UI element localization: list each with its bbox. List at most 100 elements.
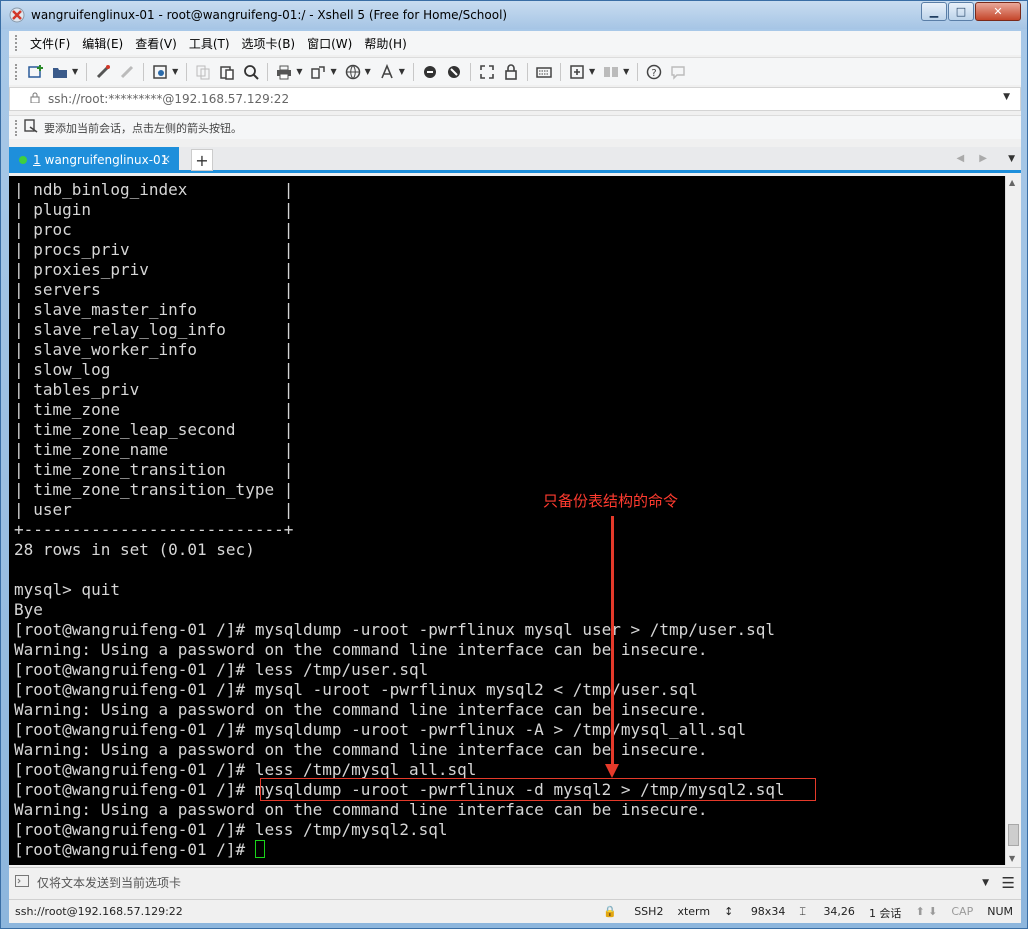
terminal-scrollbar[interactable]: ▲ ▼	[1005, 176, 1021, 865]
lock-icon	[30, 92, 40, 106]
tab-label: wangruifenglinux-01	[44, 153, 169, 167]
scrollbar-thumb[interactable]	[1008, 824, 1019, 846]
toolbar-grip	[15, 63, 18, 80]
maximize-button[interactable]: □	[948, 2, 974, 21]
chevron-down-icon[interactable]: ▼	[296, 67, 302, 76]
fullscreen-icon[interactable]	[478, 63, 496, 81]
chevron-down-icon[interactable]: ▼	[365, 67, 371, 76]
terminal-line: | slave_worker_info |	[14, 340, 294, 359]
minimize-button[interactable]: ▁	[921, 2, 947, 21]
close-button[interactable]: ✕	[975, 2, 1021, 21]
chevron-down-icon[interactable]: ▼	[623, 67, 629, 76]
copy-icon[interactable]	[194, 63, 212, 81]
size-label: 98x34	[750, 905, 786, 918]
menu-view[interactable]: 查看(V)	[129, 35, 183, 52]
print-icon[interactable]	[275, 63, 293, 81]
font-icon[interactable]	[378, 63, 396, 81]
terminal-line: [root@wangruifeng-01 /]#	[14, 840, 785, 860]
toolbar-divider	[559, 62, 561, 81]
keyboard-icon[interactable]	[535, 63, 553, 81]
toolbar-divider	[526, 62, 528, 81]
toolbar-divider	[637, 62, 639, 81]
client-area: 文件(F) 编辑(E) 查看(V) 工具(T) 选项卡(B) 窗口(W) 帮助(…	[9, 31, 1021, 923]
tab-session[interactable]: 1 wangruifenglinux-01 ×	[9, 147, 179, 173]
chevron-down-icon[interactable]: ▼	[589, 67, 595, 76]
layout-icon[interactable]	[602, 63, 620, 81]
menu-file[interactable]: 文件(F)	[24, 35, 76, 52]
find-icon[interactable]	[242, 63, 260, 81]
terminal-view[interactable]: | ndb_binlog_index | | plugin | | proc | | …	[9, 176, 1005, 865]
terminal-line: 28 rows in set (0.01 sec)	[14, 540, 255, 559]
annotation-arrow-head	[605, 764, 619, 778]
compose-mode-label[interactable]: 仅将文本发送到当前选项卡	[37, 874, 181, 891]
chevron-down-icon[interactable]: ▼	[1003, 92, 1010, 102]
xagent-icon[interactable]	[445, 63, 463, 81]
terminal-line: | proc |	[14, 220, 294, 239]
terminal-line: [root@wangruifeng-01 /]# mysql -uroot -p…	[14, 680, 698, 699]
close-tab-icon[interactable]: ×	[161, 152, 171, 166]
chevron-down-icon[interactable]: ▼	[72, 67, 78, 76]
address-field[interactable]: ssh://root:*********@192.168.57.129:22	[48, 92, 289, 106]
status-num: NUM	[987, 905, 1013, 918]
lock-icon[interactable]	[502, 63, 520, 81]
new-session-icon[interactable]	[27, 63, 45, 81]
menu-edit[interactable]: 编辑(E)	[76, 35, 129, 52]
toolbar-divider	[86, 62, 88, 81]
terminal-line: | time_zone_transition |	[14, 460, 294, 479]
terminal-line: | time_zone_leap_second |	[14, 420, 294, 439]
toolbar-divider	[469, 62, 471, 81]
menu-icon[interactable]: ☰	[1002, 874, 1015, 892]
terminal-line: | slow_log |	[14, 360, 294, 379]
menu-tabs[interactable]: 选项卡(B)	[236, 35, 302, 52]
compose-bar[interactable]: 仅将文本发送到当前选项卡 ▼ ☰	[9, 867, 1021, 897]
status-right: 🔒 SSH2 xterm ↕ 98x34 ⌶ 34,26 1 会话 ⬆ ⬇ CA…	[589, 905, 1013, 921]
xftp-icon[interactable]	[421, 63, 439, 81]
terminal-line: Warning: Using a password on the command…	[14, 700, 708, 719]
add-session-arrow-icon[interactable]	[24, 119, 38, 136]
scroll-down-icon[interactable]: ▼	[1009, 854, 1015, 863]
terminal-line: Bye	[14, 600, 43, 619]
globe-icon[interactable]	[344, 63, 362, 81]
chevron-down-icon[interactable]: ▼	[1008, 154, 1015, 164]
title-bar[interactable]: wangruifenglinux-01 - root@wangruifeng-0…	[1, 1, 1027, 29]
chevron-down-icon[interactable]: ▼	[982, 878, 989, 888]
tab-scroll-arrows[interactable]: ◀ ▶	[956, 153, 993, 164]
paste-icon[interactable]	[218, 63, 236, 81]
terminal-line: | time_zone_name |	[14, 440, 294, 459]
menu-tools[interactable]: 工具(T)	[183, 35, 236, 52]
scroll-up-icon[interactable]: ▲	[1009, 178, 1015, 187]
terminal-line: [root@wangruifeng-01 /]# mysqldump -uroo…	[14, 620, 775, 639]
terminal-cursor	[254, 840, 265, 858]
address-bar[interactable]: ssh://root:*********@192.168.57.129:22 ▼	[9, 87, 1021, 111]
disconnect-icon[interactable]	[118, 63, 136, 81]
menubar-grip	[15, 35, 18, 51]
xshell-window: wangruifenglinux-01 - root@wangruifeng-0…	[0, 0, 1028, 929]
compose-icon[interactable]	[15, 875, 29, 890]
help-icon[interactable]: ?	[645, 63, 663, 81]
chevron-down-icon[interactable]: ▼	[399, 67, 405, 76]
toolbar-divider	[412, 62, 414, 81]
toolbar-divider	[186, 62, 188, 81]
transfer-icon[interactable]	[309, 63, 327, 81]
menu-help[interactable]: 帮助(H)	[358, 35, 412, 52]
terminal-line: | slave_master_info |	[14, 300, 294, 319]
menu-bar: 文件(F) 编辑(E) 查看(V) 工具(T) 选项卡(B) 窗口(W) 帮助(…	[9, 31, 1021, 55]
cursor-pos-label: 34,26	[823, 905, 855, 918]
terminal-line: Warning: Using a password on the command…	[14, 740, 708, 759]
add-tab-button[interactable]: +	[191, 149, 213, 171]
terminal-line: | servers |	[14, 280, 294, 299]
annotation-arrow-line	[611, 516, 614, 766]
open-folder-icon[interactable]	[51, 63, 69, 81]
status-cursor-pos: ⌶ 34,26	[799, 905, 855, 918]
menu-window[interactable]: 窗口(W)	[301, 35, 358, 52]
chevron-down-icon[interactable]: ▼	[172, 67, 178, 76]
properties-icon[interactable]	[151, 63, 169, 81]
terminal-line: | plugin |	[14, 200, 294, 219]
chevron-down-icon[interactable]: ▼	[330, 67, 336, 76]
new-tab-icon[interactable]	[568, 63, 586, 81]
status-term: xterm	[677, 905, 711, 918]
terminal-line: [root@wangruifeng-01 /]# less /tmp/mysql…	[14, 820, 448, 839]
connect-icon[interactable]	[94, 63, 112, 81]
chat-icon[interactable]	[669, 63, 687, 81]
